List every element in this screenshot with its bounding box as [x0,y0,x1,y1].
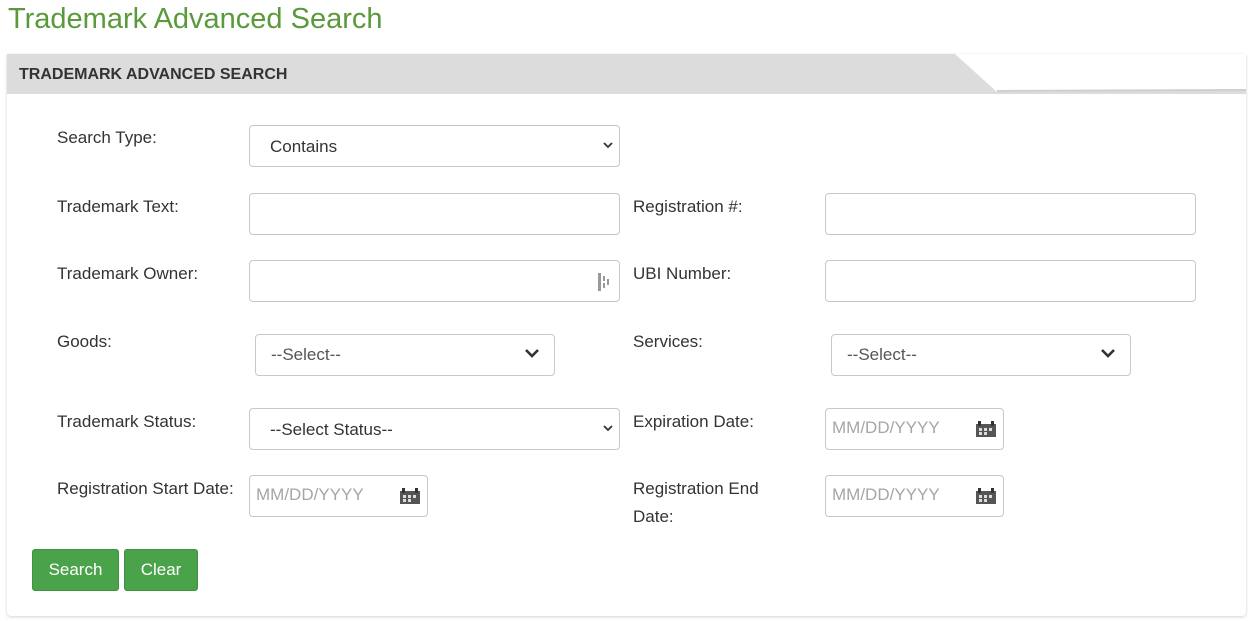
ubi-number-label: UBI Number: [633,264,732,283]
registration-end-date-placeholder: MM/DD/YYYY [832,485,940,504]
registration-number-input[interactable] [825,193,1196,235]
expiration-date-label: Expiration Date: [633,412,754,431]
chevron-down-icon [603,425,613,432]
services-label: Services: [633,332,703,351]
ubi-number-input[interactable] [825,260,1196,302]
page-title: Trademark Advanced Search [8,3,383,35]
registration-end-date-label: Registration End Date: [633,476,759,530]
chevron-down-icon [525,349,539,358]
calendar-icon[interactable] [975,421,997,438]
panel-header-title: TRADEMARK ADVANCED SEARCH [19,66,288,83]
calendar-icon[interactable] [399,488,421,505]
trademark-status-label: Trademark Status: [57,412,197,431]
registration-start-date-label: Registration Start Date: [57,479,234,498]
goods-label: Goods: [57,332,112,351]
registration-end-date-input[interactable]: MM/DD/YYYY [825,475,1004,517]
trademark-status-value: --Select Status-- [270,420,393,439]
registration-end-date-label-line1: Registration End [633,479,759,498]
search-type-label: Search Type: [57,128,157,147]
expiration-date-input[interactable]: MM/DD/YYYY [825,408,1004,450]
registration-number-label: Registration #: [633,197,743,216]
trademark-text-input[interactable] [249,193,620,235]
chevron-down-icon [603,142,613,149]
trademark-owner-input[interactable] [249,260,620,302]
goods-dropdown[interactable]: --Select-- [255,334,555,376]
expiration-date-placeholder: MM/DD/YYYY [832,418,940,437]
services-value: --Select-- [847,345,917,364]
autofill-key-icon[interactable] [597,272,611,292]
goods-value: --Select-- [271,345,341,364]
trademark-owner-label: Trademark Owner: [57,264,199,283]
panel-header: TRADEMARK ADVANCED SEARCH [7,54,1246,94]
registration-start-date-input[interactable]: MM/DD/YYYY [249,475,428,517]
search-type-select[interactable]: Contains [249,125,620,167]
search-type-value: Contains [270,137,338,156]
search-button[interactable]: Search [32,549,119,591]
chevron-down-icon [1101,349,1115,358]
registration-end-date-label-line2: Date: [633,507,674,526]
trademark-text-label: Trademark Text: [57,197,179,216]
clear-button[interactable]: Clear [124,549,198,591]
trademark-status-select[interactable]: --Select Status-- [249,408,620,450]
calendar-icon[interactable] [975,488,997,505]
registration-start-date-placeholder: MM/DD/YYYY [256,485,364,504]
services-dropdown[interactable]: --Select-- [831,334,1131,376]
